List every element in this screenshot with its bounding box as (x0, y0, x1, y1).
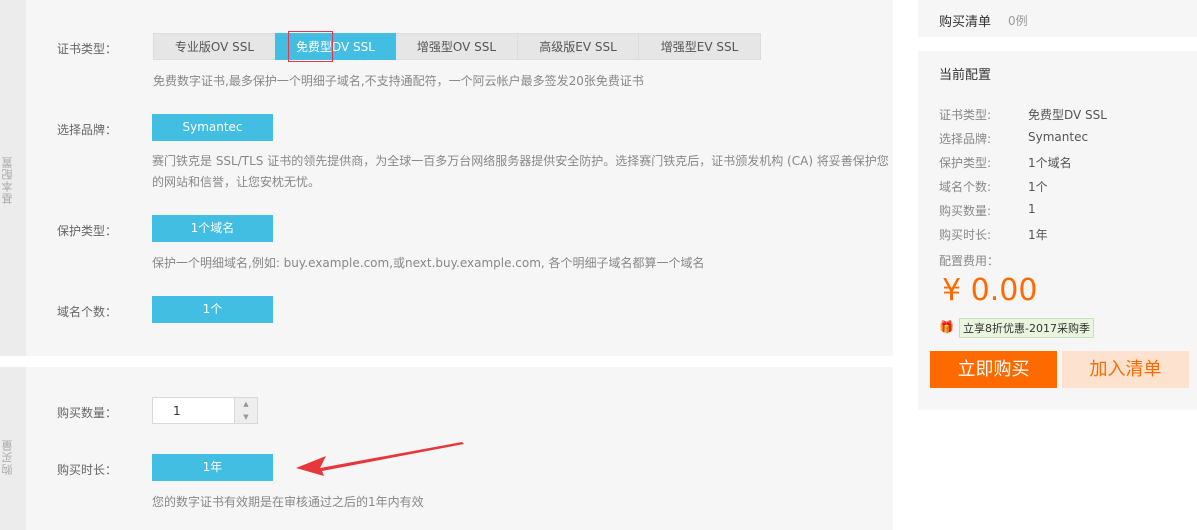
duration-label: 购买时长： (57, 463, 118, 477)
protect-type-description: 保护一个明细域名,例如: buy.example.com,或next.buy.e… (152, 256, 705, 270)
brand-option-symantec[interactable]: Symantec (152, 114, 273, 141)
cert-type-option-enhanced-ev[interactable]: 增强型EV SSL (638, 33, 761, 60)
cert-type-options: 专业版OV SSL 免费型DV SSL 增强型OV SSL 高级版EV SSL … (153, 31, 761, 62)
cert-type-option-pro-ov[interactable]: 专业版OV SSL (153, 33, 276, 60)
config-price: ¥ 0.00 (942, 273, 1038, 308)
brand-description-line-2: 的网站和信誉，让您安枕无忧。 (152, 175, 321, 189)
cert-type-option-advanced-ev[interactable]: 高级版EV SSL (517, 33, 639, 60)
config-title: 当前配置 (939, 68, 992, 83)
cert-type-label: 证书类型： (57, 42, 118, 56)
config-value-brand: Symantec (1028, 130, 1089, 144)
config-label-domain-count: 域名个数: (939, 180, 992, 194)
cart-title[interactable]: 购买清单 (939, 11, 991, 30)
section-label-purchase: 购买量 (1, 439, 14, 475)
quantity-stepper: ▲ ▼ (152, 397, 258, 424)
protect-type-label: 保护类型： (57, 224, 118, 238)
config-label-quantity: 购买数量: (939, 204, 992, 218)
quantity-spinner: ▲ ▼ (234, 398, 257, 423)
selection-highlight-box (288, 31, 333, 62)
duration-option-1-year[interactable]: 1年 (152, 454, 273, 481)
gift-icon: 🎁 (939, 320, 954, 334)
cart-summary: 购买清单 0例 (918, 0, 1197, 37)
add-to-cart-button[interactable]: 加入清单 (1062, 351, 1189, 388)
cert-type-option-free-dv[interactable]: 免费型DV SSL (275, 31, 396, 62)
config-label-cert-type: 证书类型: (939, 108, 992, 122)
quantity-label: 购买数量： (57, 406, 118, 420)
promo-badge[interactable]: 立享8折优惠-2017采购季 (959, 318, 1094, 338)
annotation-arrow-icon (296, 442, 464, 476)
config-value-cert-type: 免费型DV SSL (1028, 108, 1107, 122)
config-value-domain-count: 1个 (1028, 180, 1048, 194)
config-fee-label: 配置费用： (939, 254, 1000, 268)
protect-type-option-one-domain[interactable]: 1个域名 (152, 215, 273, 242)
brand-label: 选择品牌： (57, 123, 118, 137)
domain-count-option[interactable]: 1个 (152, 296, 273, 323)
quantity-input[interactable] (153, 398, 235, 423)
cert-type-option-enhanced-ov[interactable]: 增强型OV SSL (395, 33, 518, 60)
cart-count: 0例 (1008, 14, 1028, 28)
basic-config-panel: 基本配置 证书类型： 专业版OV SSL 免费型DV SSL 增强型OV SSL… (0, 0, 893, 356)
quantity-increment-icon[interactable]: ▲ (235, 398, 257, 411)
current-config-panel: 当前配置 证书类型: 免费型DV SSL 选择品牌: Symantec 保护类型… (918, 51, 1197, 410)
cert-type-description: 免费数字证书,最多保护一个明细子域名,不支持通配符，一个阿云帐户最多签发20张免… (153, 74, 644, 88)
domain-count-label: 域名个数： (57, 305, 118, 319)
duration-description: 您的数字证书有效期是在审核通过之后的1年内有效 (152, 495, 424, 509)
config-label-brand: 选择品牌: (939, 132, 992, 146)
brand-description-line-1: 赛门铁克是 SSL/TLS 证书的领先提供商，为全球一百多万台网络服务器提供安全… (152, 154, 889, 168)
section-label-basic: 基本配置 (1, 156, 14, 204)
quantity-decrement-icon[interactable]: ▼ (235, 411, 257, 424)
config-value-protect-type: 1个域名 (1028, 156, 1072, 170)
config-value-duration: 1年 (1028, 228, 1048, 242)
config-label-protect-type: 保护类型: (939, 156, 992, 170)
buy-now-button[interactable]: 立即购买 (930, 351, 1057, 388)
config-label-duration: 购买时长: (939, 228, 992, 242)
config-value-quantity: 1 (1028, 202, 1036, 216)
